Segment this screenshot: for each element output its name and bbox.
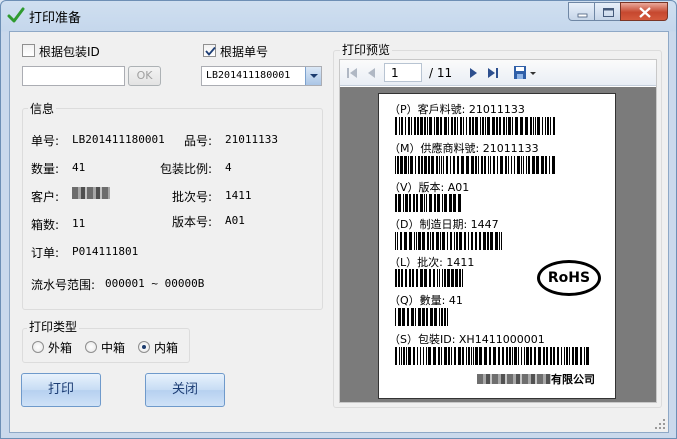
combo-dropdown-button[interactable] <box>305 67 321 85</box>
label-date-code: （D）制造日期: 1447 <box>389 218 499 231</box>
maximize-button[interactable] <box>594 2 621 21</box>
customer-label: 客户: <box>31 190 60 204</box>
maximize-icon <box>603 8 614 17</box>
prev-page-icon[interactable] <box>366 67 378 79</box>
label-package-id: （S）包裝ID: XH1411000001 <box>389 333 545 346</box>
by-order-checkbox[interactable] <box>203 44 216 57</box>
order-no-label: 单号: <box>31 134 60 148</box>
pack-ratio-value: 4 <box>225 161 232 174</box>
po-value: P014111801 <box>72 245 139 258</box>
barcode-version <box>395 194 461 212</box>
first-page-icon[interactable] <box>346 67 358 79</box>
order-no-value: LB201411180001 <box>72 133 165 146</box>
batch-value: 1411 <box>225 189 252 202</box>
label-vendor-part: （M）供應商料號: 21011133 <box>389 142 539 155</box>
quantity-label: 数量: <box>31 162 60 176</box>
radio-middle-box-label: 中箱 <box>101 341 126 355</box>
page-total: / 11 <box>429 66 453 80</box>
box-count-label: 箱数: <box>31 218 60 232</box>
batch-label: 批次号: <box>172 190 213 204</box>
order-combobox[interactable]: LB201411180001 <box>201 66 322 86</box>
preview-canvas: （P）客戶料號: 21011133 （M）供應商料號: 21011133 （V）… <box>340 87 656 402</box>
part-no-value: 21011133 <box>225 133 278 146</box>
barcode-vendor-part <box>395 156 555 174</box>
label-customer-part: （P）客戶料號: 21011133 <box>389 103 525 116</box>
chevron-down-icon <box>310 74 318 78</box>
next-page-icon[interactable] <box>467 67 479 79</box>
title-bar[interactable]: 打印准备 <box>1 1 676 31</box>
by-order-label: 根据单号 <box>220 45 269 59</box>
minimize-button[interactable] <box>568 2 595 21</box>
label-version: （V）版本: A01 <box>389 181 470 194</box>
po-label: 订单: <box>31 246 60 260</box>
barcode-date-code <box>395 232 502 250</box>
barcode-lot <box>395 269 463 287</box>
export-icon[interactable] <box>513 65 537 81</box>
client-area: 根据包装ID OK 根据单号 LB201411180001 信息 单号: LB2… <box>9 31 669 433</box>
checkmark-icon <box>205 46 216 56</box>
company-name-redacted <box>477 374 551 384</box>
radio-inner-box-label: 内箱 <box>154 341 179 355</box>
box-count-value: 11 <box>72 217 86 230</box>
version-value: A01 <box>225 214 245 227</box>
label-quantity: （Q）數量: 41 <box>389 294 463 307</box>
last-page-icon[interactable] <box>487 67 499 79</box>
barcode-package-id <box>395 347 589 365</box>
part-no-label: 品号: <box>184 134 213 148</box>
close-icon <box>639 7 651 18</box>
print-prepare-window: 打印准备 根据包装ID OK 根据单号 LB201411180001 信息 单号… <box>0 0 677 439</box>
version-label: 版本号: <box>172 215 213 229</box>
close-button[interactable]: 关闭 <box>145 373 225 407</box>
label-lot: （L）批次: 1411 <box>389 256 475 269</box>
quantity-value: 41 <box>72 161 86 174</box>
by-package-id-checkbox[interactable] <box>22 44 35 57</box>
print-button[interactable]: 打印 <box>21 373 101 407</box>
print-preview-frame: 1 / 11 （P）客戶料號: 21011133 （M）供應商料號: 21011… <box>339 59 657 403</box>
order-value: LB201411180001 <box>206 70 291 81</box>
barcode-quantity <box>395 308 448 326</box>
pack-ratio-label: 包装比例: <box>160 162 213 176</box>
by-package-id-label: 根据包装ID <box>39 45 100 59</box>
page-number-input[interactable]: 1 <box>384 63 422 82</box>
window-title: 打印准备 <box>29 11 82 26</box>
radio-outer-box[interactable] <box>32 341 44 353</box>
label-company-suffix: 有限公司 <box>551 373 595 386</box>
label-paper: （P）客戶料號: 21011133 （M）供應商料號: 21011133 （V）… <box>378 93 616 399</box>
page-number-value: 1 <box>391 66 399 80</box>
serial-range-label: 流水号范围: <box>31 278 96 292</box>
package-id-input[interactable] <box>22 66 125 86</box>
radio-inner-box[interactable] <box>138 341 150 353</box>
check-icon <box>7 7 25 23</box>
ok-button[interactable]: OK <box>128 66 161 86</box>
resize-grip-icon[interactable] <box>654 418 666 430</box>
serial-range-value: 000001 ~ 00000B <box>105 277 205 290</box>
customer-redacted <box>72 187 110 199</box>
radio-middle-box[interactable] <box>85 341 97 353</box>
print-type-title: 打印类型 <box>27 318 80 335</box>
preview-title: 打印预览 <box>340 41 393 58</box>
minimize-icon <box>577 13 588 18</box>
radio-outer-box-label: 外箱 <box>48 341 73 355</box>
preview-toolbar: 1 / 11 <box>340 60 656 86</box>
barcode-customer-part <box>395 117 555 135</box>
info-group-title: 信息 <box>28 100 57 117</box>
rohs-logo: RoHS <box>537 260 601 296</box>
close-window-button[interactable] <box>620 2 668 21</box>
